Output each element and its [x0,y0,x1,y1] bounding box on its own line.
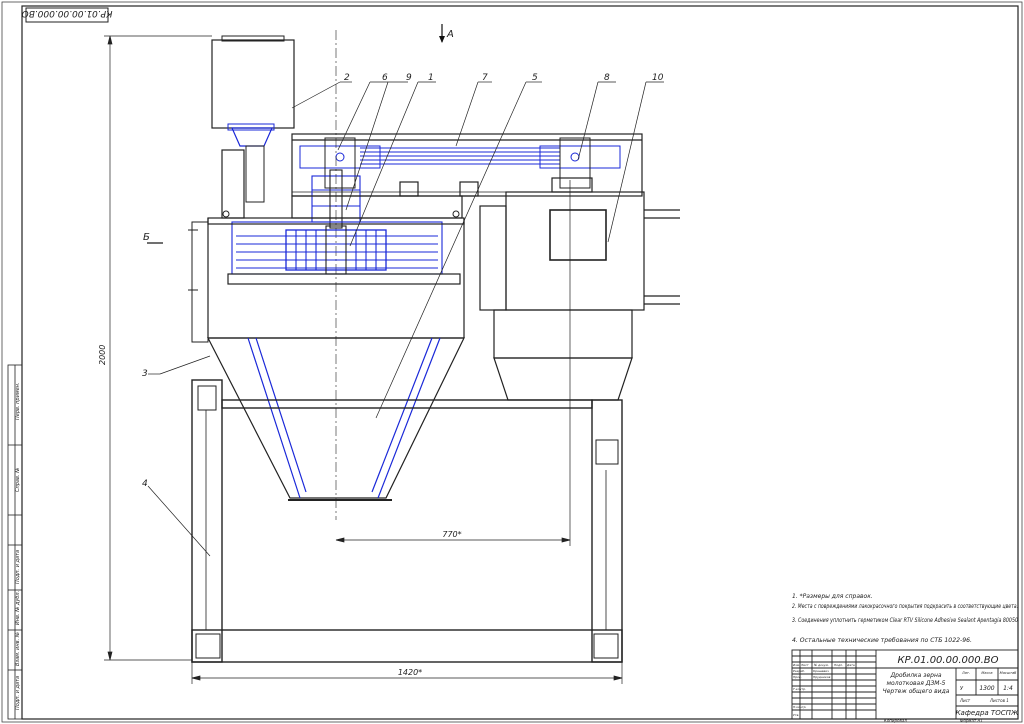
callout-9: 9 [406,73,412,83]
tb-date: Дата [846,663,855,667]
title-block-name-2: молотковая ДЗМ-5 [887,680,946,687]
callout-10: 10 [652,73,664,83]
tb-utv: Утв. [793,713,799,717]
title-block-name-3: Чертеж общего вида [883,688,950,695]
leader-lines [147,81,664,557]
title-block-col-lit: Лит. [961,671,970,675]
tb-prov: Пров. [793,675,802,679]
dim-width-label: 1420* [398,668,422,677]
tb-izm: Изм. [793,663,800,667]
view-label-a: A [446,29,454,40]
title-block-scale: 1:4 [1003,685,1013,692]
title-block-mass: 1300 [979,685,994,692]
tb-nkontr: Н.контр. [793,705,806,709]
view-marker-a: A [439,24,454,43]
side-stamp-6: Подп. и дата [15,676,21,710]
rotor-casing [231,221,443,275]
technical-notes: 1. *Размеры для справок. 2. Места с повр… [792,593,1018,644]
copied-label: Копировал [884,718,907,723]
tb-checker: Прудников [813,675,831,679]
tb-razrab: Разраб. [793,669,805,673]
side-stamp-1: Перв. примен. [15,382,21,420]
format-label: Формат А1 [960,718,983,723]
note-4: 4. Остальные технические требования по С… [792,637,972,644]
side-stamp-5: Взам. инв. № [15,632,21,666]
tb-list: Лист [800,663,809,667]
rotated-code-box: КР.01.00.00.000.ВО [22,7,113,23]
tb-doc: № докум. [813,663,829,667]
side-stamp-3: Подп. и дата [15,550,21,584]
callout-3: 3 [142,369,148,379]
note-1: 1. *Размеры для справок. [792,593,873,600]
callout-1: 1 [428,73,434,83]
title-block-code: КР.01.00.00.000.ВО [897,655,998,666]
tb-sign: Подп. [834,663,843,667]
title-block-name-1: Дробилка зерна [889,672,941,679]
rotated-drawing-code: КР.01.00.00.000.ВО [22,8,113,18]
dim-height [104,35,212,661]
title-block-organization: Кафедра ТОСПЖ [956,709,1019,717]
callout-8: 8 [604,73,610,83]
drawing-frame [21,5,1019,720]
electric-motor [479,177,680,311]
belt-drive [299,137,621,189]
sheet-border [1,1,1023,723]
bearing-housing [311,30,361,520]
title-block-col-scale: Масштаб [1000,671,1017,675]
view-label-b: Б [143,232,150,243]
title-block-col-mass: Масса [981,671,992,675]
side-stamp-4: Инв. № дубл. [15,591,21,625]
view-marker-b: Б [143,232,163,244]
technical-drawing-sheet: КР.01.00.00.000.ВО Перв. примен. Справ. … [1,1,1023,723]
feed-hopper [211,35,295,203]
tb-tkontr: Т.контр. [793,687,806,691]
note-2: 2. Места с повреждениями лакокрасочного … [792,603,1018,610]
note-3: 3. Соединения уплотнить герметиком Clear… [792,617,1018,624]
tb-developer: Крашевич [813,669,829,673]
separator-box [493,309,633,401]
title-block-sheets: Листов 1 [989,698,1009,703]
dim-inner [335,180,571,546]
dim-height-label: 2000 [98,345,107,365]
side-stamp-2: Справ. № [15,468,21,492]
callout-5: 5 [532,73,538,83]
title-block-stage: У [960,686,964,692]
callout-2: 2 [344,73,350,83]
callout-4: 4 [142,479,148,489]
title-block-sheet: Лист [959,698,971,703]
callout-6: 6 [382,73,388,83]
callout-7: 7 [482,73,488,83]
dim-inner-label: 770* [442,530,461,539]
